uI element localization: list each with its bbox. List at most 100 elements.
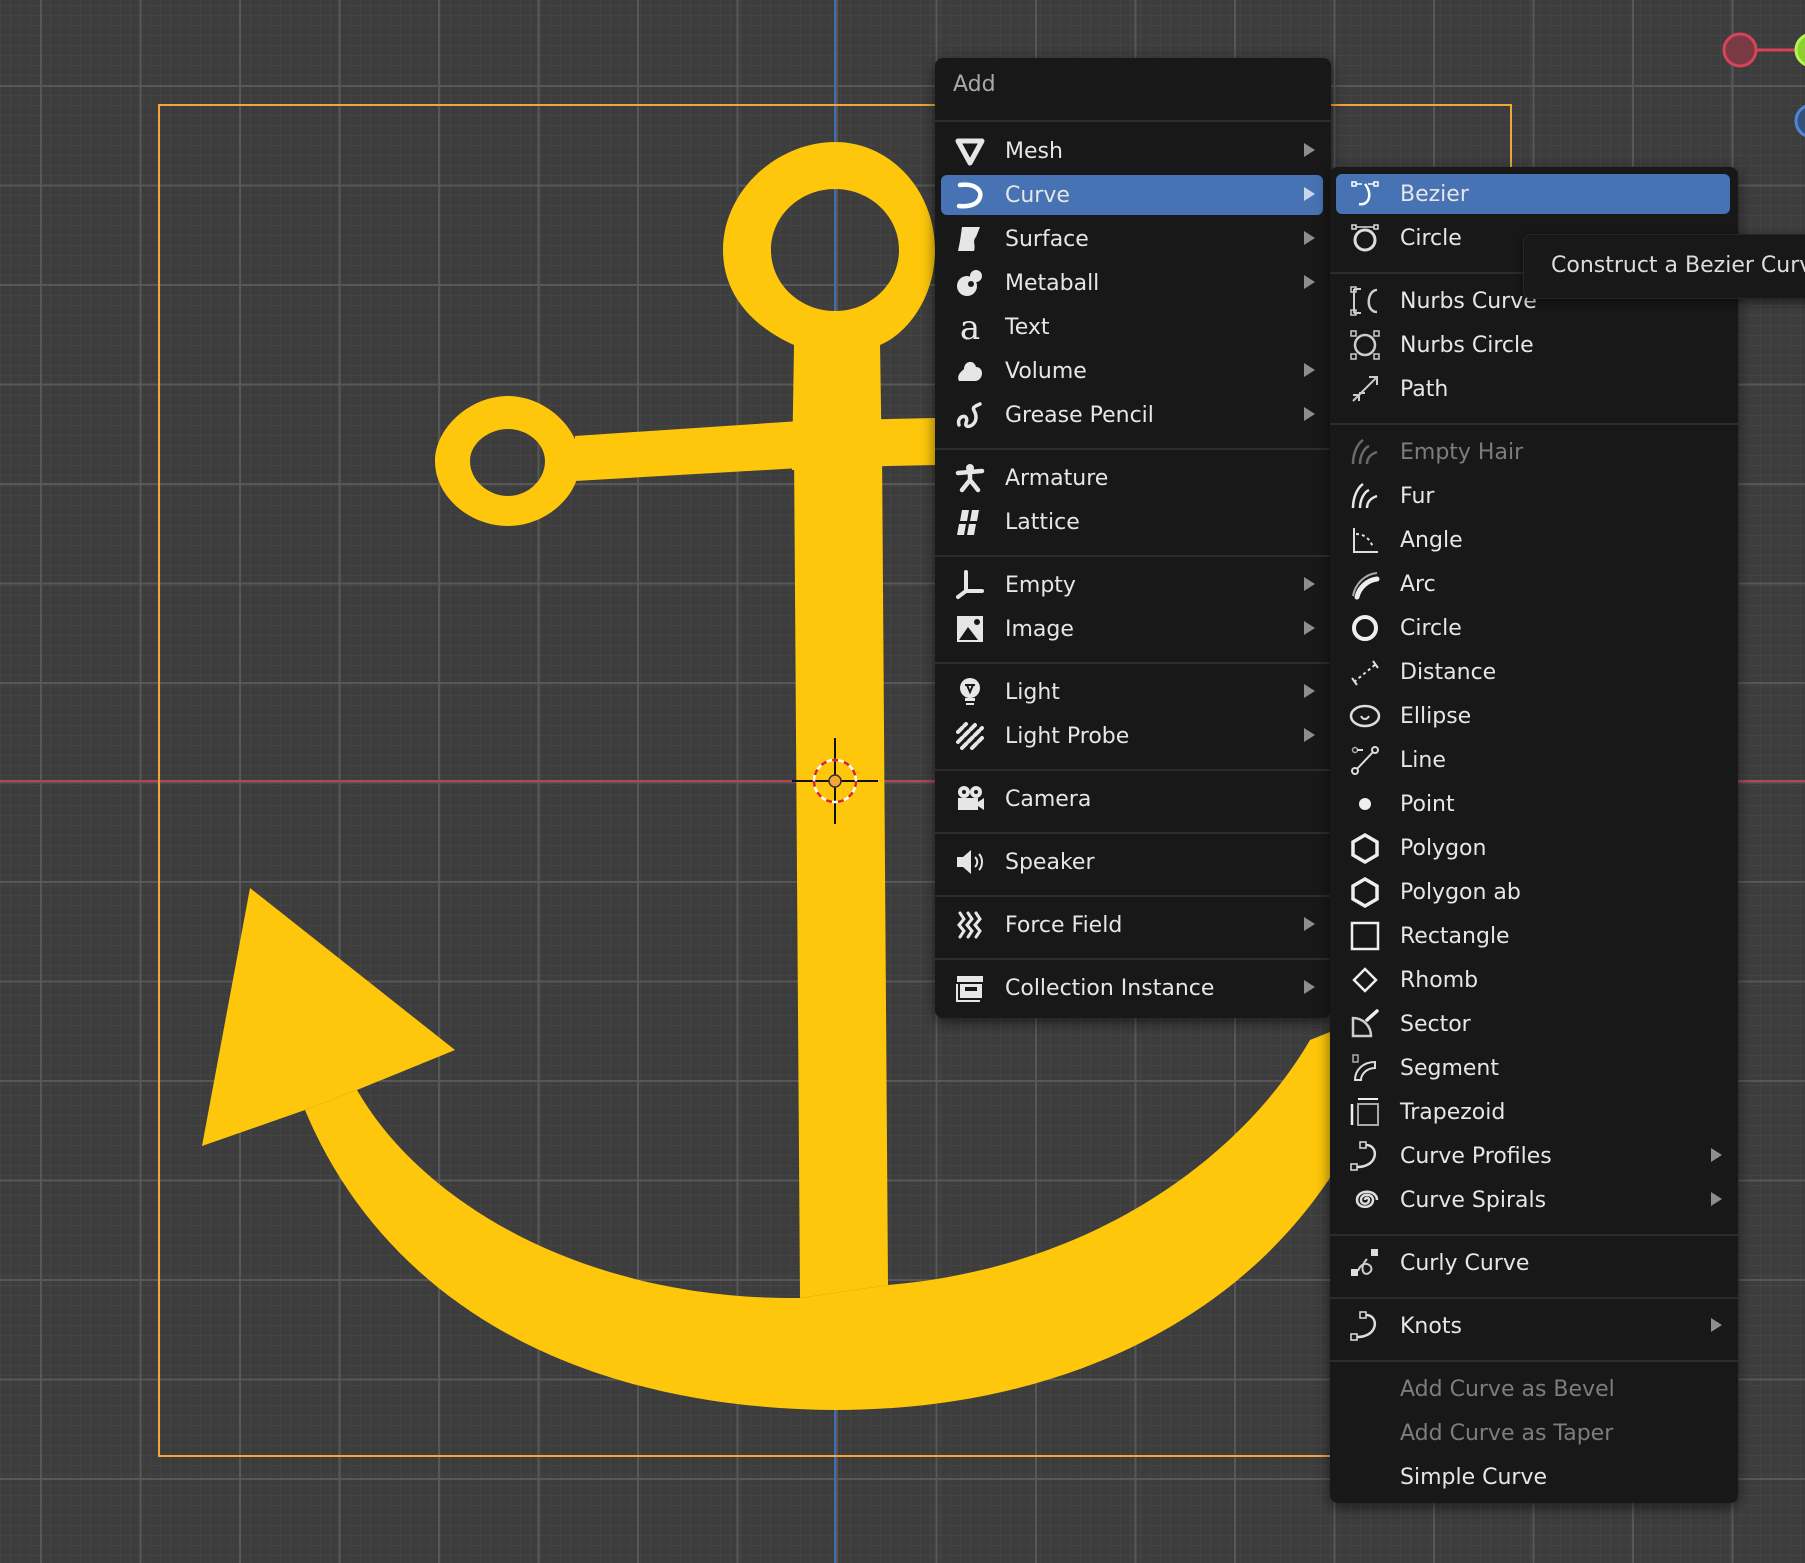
menu-item-force-field[interactable]: Force Field [941,905,1323,945]
menu-item-fur[interactable]: Fur [1336,476,1730,516]
menu-item-trapezoid[interactable]: Trapezoid [1336,1092,1730,1132]
grease-pencil-icon [953,398,987,432]
menu-item-image[interactable]: Image [941,609,1323,649]
menu-item-label: Circle [1400,225,1462,251]
menu-item-text[interactable]: a Text [941,307,1323,347]
submenu-arrow-icon [1304,621,1315,635]
menu-item-rectangle[interactable]: Rectangle [1336,916,1730,956]
menu-item-label: Knots [1400,1313,1462,1339]
text-icon: a [953,310,987,344]
polygon-ab-icon [1348,875,1382,909]
add-menu-title: Add [953,72,996,97]
mesh-icon [953,134,987,168]
menu-separator [935,448,1331,450]
menu-item-ellipse[interactable]: Ellipse [1336,696,1730,736]
menu-item-knots[interactable]: Knots [1336,1306,1730,1346]
menu-item-curly-curve[interactable]: Curly Curve [1336,1243,1730,1283]
submenu-arrow-icon [1304,187,1315,201]
menu-item-volume[interactable]: Volume [941,351,1323,391]
menu-item-bezier[interactable]: Bezier [1336,174,1730,214]
blank-icon-slot [1348,1416,1382,1450]
menu-item-label: Lattice [1005,509,1080,535]
submenu-arrow-icon [1304,275,1315,289]
menu-separator [935,958,1331,960]
menu-item-point[interactable]: Point [1336,784,1730,824]
curly-curve-icon [1348,1246,1382,1280]
distance-icon [1348,655,1382,689]
menu-item-metaball[interactable]: Metaball [941,263,1323,303]
menu-item-curve-spirals[interactable]: Curve Spirals [1336,1180,1730,1220]
menu-item-light-probe[interactable]: Light Probe [941,716,1323,756]
submenu-arrow-icon [1304,407,1315,421]
menu-item-line[interactable]: Line [1336,740,1730,780]
menu-item-simple-curve[interactable]: Simple Curve [1336,1457,1730,1497]
menu-item-arc[interactable]: Arc [1336,564,1730,604]
menu-item-label: Text [1005,314,1050,340]
menu-item-curve-profiles[interactable]: Curve Profiles [1336,1136,1730,1176]
menu-item-rhomb[interactable]: Rhomb [1336,960,1730,1000]
rectangle-icon [1348,919,1382,953]
menu-item-speaker[interactable]: Speaker [941,842,1323,882]
knots-icon [1348,1309,1382,1343]
menu-item-label: Circle [1400,615,1462,641]
menu-item-lattice[interactable]: Lattice [941,502,1323,542]
menu-item-curve[interactable]: Curve [941,175,1323,215]
menu-item-empty-hair[interactable]: Empty Hair [1336,432,1730,472]
menu-item-label: Collection Instance [1005,975,1215,1001]
menu-item-label: Sector [1400,1011,1471,1037]
menu-item-label: Arc [1400,571,1436,597]
submenu-arrow-icon [1304,728,1315,742]
menu-item-add-curve-as-bevel[interactable]: Add Curve as Bevel [1336,1369,1730,1409]
menu-item-distance[interactable]: Distance [1336,652,1730,692]
menu-item-label: Rectangle [1400,923,1510,949]
menu-item-label: Nurbs Curve [1400,288,1537,314]
submenu-arrow-icon [1711,1148,1722,1162]
force-field-icon [953,908,987,942]
menu-item-label: Point [1400,791,1455,817]
navigation-gizmo[interactable] [1722,32,1805,138]
submenu-arrow-icon [1304,231,1315,245]
menu-item-label: Polygon ab [1400,879,1521,905]
speaker-icon [953,845,987,879]
menu-item-circle[interactable]: Circle [1336,608,1730,648]
menu-item-grease-pencil[interactable]: Grease Pencil [941,395,1323,435]
menu-item-angle[interactable]: Angle [1336,520,1730,560]
menu-item-armature[interactable]: Armature [941,458,1323,498]
curve-profiles-icon [1348,1139,1382,1173]
menu-item-mesh[interactable]: Mesh [941,131,1323,171]
menu-item-sector[interactable]: Sector [1336,1004,1730,1044]
submenu-arrow-icon [1711,1192,1722,1206]
menu-item-polygon-ab[interactable]: Polygon ab [1336,872,1730,912]
menu-item-add-curve-as-taper[interactable]: Add Curve as Taper [1336,1413,1730,1453]
menu-item-label: Nurbs Circle [1400,332,1534,358]
segment-icon [1348,1051,1382,1085]
menu-item-label: Empty [1005,572,1076,598]
menu-item-label: Force Field [1005,912,1123,938]
gizmo-neg-x[interactable] [1722,32,1758,68]
bezier-icon [1348,177,1382,211]
menu-item-label: Simple Curve [1400,1464,1548,1490]
menu-separator [935,555,1331,557]
menu-item-label: Surface [1005,226,1089,252]
menu-item-empty[interactable]: Empty [941,565,1323,605]
empty-icon [953,568,987,602]
gizmo-y[interactable] [1794,33,1805,67]
metaball-icon [953,266,987,300]
tooltip: Construct a Bezier Curve [1523,234,1805,299]
menu-item-path[interactable]: Path [1336,369,1730,409]
menu-item-polygon[interactable]: Polygon [1336,828,1730,868]
menu-item-light[interactable]: Light [941,672,1323,712]
nurbs-circle-icon [1348,328,1382,362]
blank-icon-slot [1348,1372,1382,1406]
menu-item-camera[interactable]: Camera [941,779,1323,819]
menu-item-segment[interactable]: Segment [1336,1048,1730,1088]
curve-submenu: Bezier Circle Nurbs Curve Nurbs Circle Path E… [1330,167,1738,1503]
menu-item-label: Line [1400,747,1446,773]
menu-item-collection-instance[interactable]: Collection Instance [941,968,1323,1008]
submenu-arrow-icon [1711,1318,1722,1332]
menu-item-label: Empty Hair [1400,439,1524,465]
menu-item-surface[interactable]: Surface [941,219,1323,259]
gizmo-z[interactable] [1794,104,1805,138]
menu-item-nurbs-circle[interactable]: Nurbs Circle [1336,325,1730,365]
menu-item-label: Add Curve as Bevel [1400,1376,1615,1402]
